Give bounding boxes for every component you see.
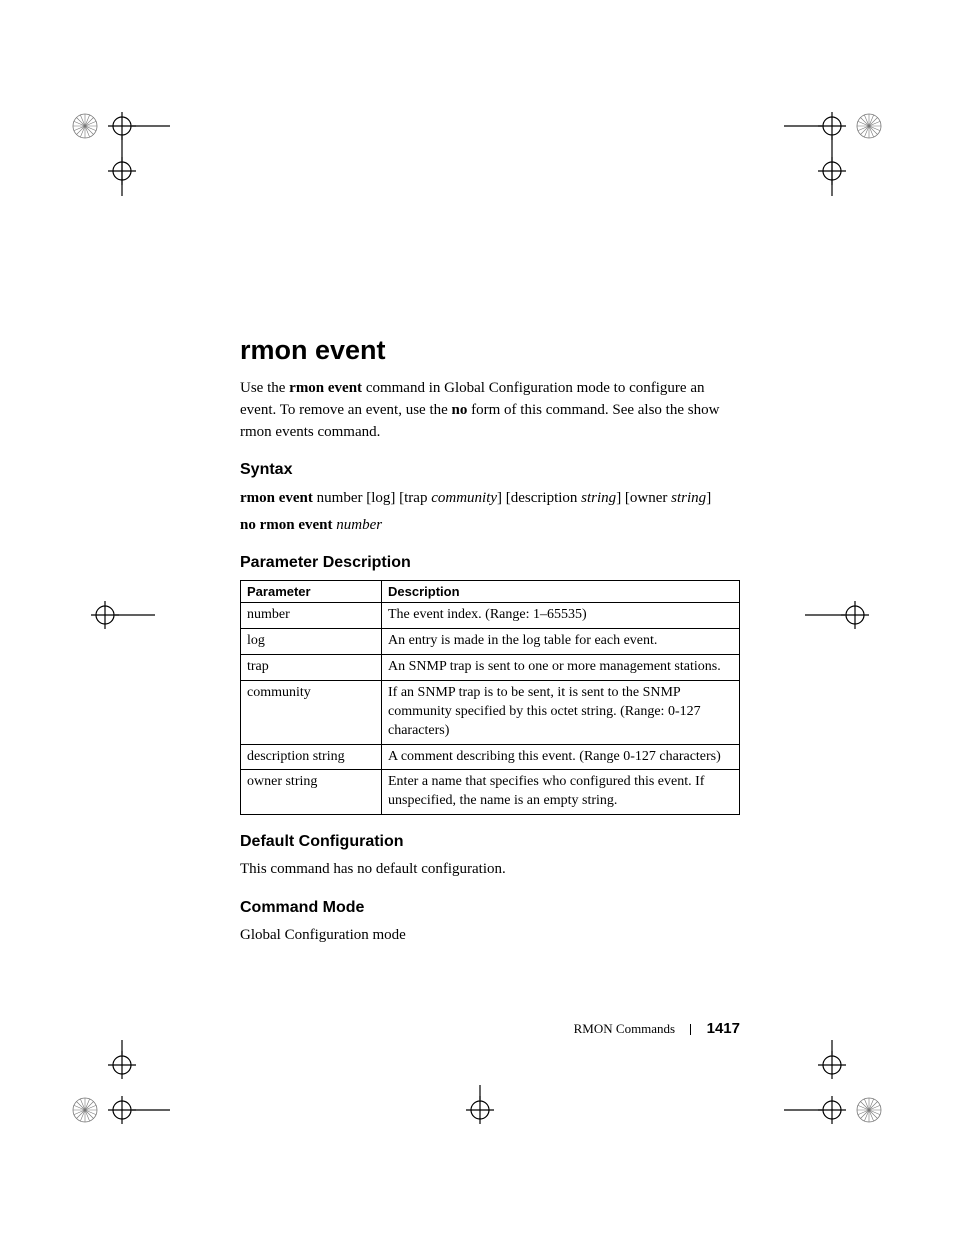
command-mode-heading: Command Mode	[240, 899, 740, 917]
command-mode-body: Global Configuration mode	[240, 925, 740, 947]
table-row: owner string Enter a name that specifies…	[241, 770, 740, 815]
param-desc-heading: Parameter Description	[240, 554, 740, 572]
td-desc: A comment describing this event. (Range …	[382, 744, 740, 770]
td-desc: Enter a name that specifies who configur…	[382, 770, 740, 815]
intro-paragraph: Use the rmon event command in Global Con…	[240, 378, 740, 443]
syntax-line-1: rmon event number [log] [trap community]…	[240, 487, 740, 510]
table-row: community If an SNMP trap is to be sent,…	[241, 680, 740, 744]
td-param: description string	[241, 744, 382, 770]
syntax-t1: number [log] [trap	[313, 490, 431, 506]
syntax-t4: ]	[706, 490, 711, 506]
registration-mark-icon	[80, 590, 160, 640]
registration-mark-icon	[440, 1080, 520, 1140]
td-param: community	[241, 680, 382, 744]
page-content: rmon event Use the rmon event command in…	[240, 335, 740, 961]
intro-pre: Use the	[240, 380, 289, 396]
table-row: trap An SNMP trap is sent to one or more…	[241, 655, 740, 681]
syntax2-kw: no rmon event	[240, 517, 333, 533]
syntax-i2: string	[581, 490, 616, 506]
syntax-kw: rmon event	[240, 490, 313, 506]
page-title: rmon event	[240, 335, 740, 366]
table-row: description string A comment describing …	[241, 744, 740, 770]
syntax-t3: ] [owner	[616, 490, 671, 506]
syntax-heading: Syntax	[240, 461, 740, 479]
footer-separator	[690, 1024, 691, 1035]
parameter-table: Parameter Description number The event i…	[240, 580, 740, 815]
intro-cmd1: rmon event	[289, 380, 362, 396]
td-desc: An SNMP trap is sent to one or more mana…	[382, 655, 740, 681]
registration-mark-icon	[774, 1030, 894, 1150]
td-param: number	[241, 603, 382, 629]
syntax-t2: ] [description	[497, 490, 581, 506]
registration-mark-icon	[800, 590, 880, 640]
td-desc: An entry is made in the log table for ea…	[382, 629, 740, 655]
registration-mark-icon	[60, 1030, 180, 1150]
registration-mark-icon	[774, 86, 894, 206]
th-description: Description	[382, 581, 740, 603]
td-param: owner string	[241, 770, 382, 815]
td-desc: If an SNMP trap is to be sent, it is sen…	[382, 680, 740, 744]
footer-chapter: RMON Commands	[574, 1021, 675, 1036]
td-param: trap	[241, 655, 382, 681]
th-parameter: Parameter	[241, 581, 382, 603]
intro-cmd2: no	[452, 402, 468, 418]
default-config-body: This command has no default configuratio…	[240, 859, 740, 881]
syntax-i1: community	[431, 490, 497, 506]
syntax2-it: number	[336, 517, 382, 533]
table-head-row: Parameter Description	[241, 581, 740, 603]
page-footer: RMON Commands 1417	[240, 1020, 740, 1037]
table-row: number The event index. (Range: 1–65535)	[241, 603, 740, 629]
footer-page-number: 1417	[707, 1020, 740, 1037]
registration-mark-icon	[60, 86, 180, 206]
syntax-i3: string	[671, 490, 706, 506]
syntax-line-2: no rmon event number	[240, 514, 740, 537]
td-desc: The event index. (Range: 1–65535)	[382, 603, 740, 629]
td-param: log	[241, 629, 382, 655]
table-row: log An entry is made in the log table fo…	[241, 629, 740, 655]
default-config-heading: Default Configuration	[240, 833, 740, 851]
